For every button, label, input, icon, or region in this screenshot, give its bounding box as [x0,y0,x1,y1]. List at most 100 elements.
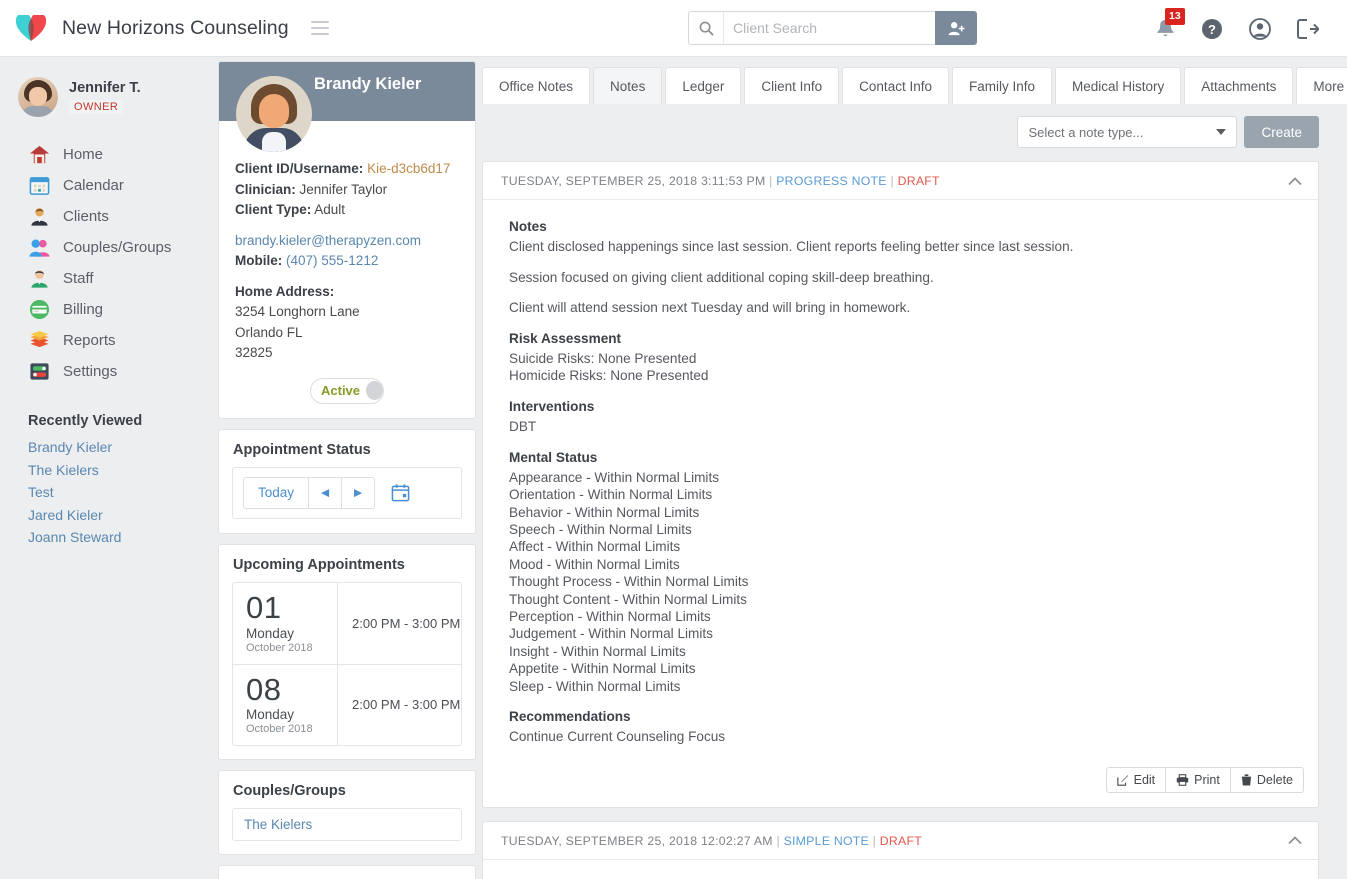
note-header[interactable]: TUESDAY, SEPTEMBER 25, 2018 3:11:53 PM |… [483,162,1318,200]
note-card: TUESDAY, SEPTEMBER 25, 2018 3:11:53 PM |… [482,161,1319,808]
sidebar-item-label: Reports [63,332,116,349]
appointment-month-year: October 2018 [246,642,337,654]
sidebar-item-clients[interactable]: Clients [28,201,218,232]
client-id-label: Client ID/Username: [235,161,363,176]
sidebar-item-couples-groups[interactable]: Couples/Groups [28,232,218,263]
note-body: Notes Client disclosed happenings since … [483,200,1318,767]
mental-status-item: Behavior - Within Normal Limits [509,504,1294,521]
add-client-button[interactable] [935,11,977,45]
couples-group-item[interactable]: The Kielers [232,808,462,841]
recommendations-heading: Recommendations [509,708,1294,725]
main-content: Office Notes Notes Ledger Client Info Co… [476,57,1347,879]
edit-note-button[interactable]: Edit [1106,767,1167,793]
note-type[interactable]: PROGRESS NOTE [776,174,887,188]
appointment-row[interactable]: 08 Monday October 2018 2:00 PM - 3:00 PM [233,664,461,746]
chevron-up-icon[interactable] [1288,836,1302,845]
appointment-row[interactable]: 01 Monday October 2018 2:00 PM - 3:00 PM [233,583,461,664]
appointment-date: 01 Monday October 2018 [233,583,338,664]
tab-attachments[interactable]: Attachments [1184,67,1293,104]
date-nav-group: Today ◄ ► [243,477,375,509]
help-icon[interactable]: ? [1201,18,1223,40]
tab-client-info[interactable]: Client Info [744,67,839,104]
sidebar-item-label: Home [63,146,103,163]
today-button[interactable]: Today [243,477,309,509]
tab-office-notes[interactable]: Office Notes [482,67,590,104]
note-separator: | [890,174,897,188]
edit-icon [1117,774,1129,786]
sidebar-item-label: Settings [63,363,117,380]
note-type-select[interactable]: Select a note type... [1017,116,1237,148]
delete-note-button[interactable]: Delete [1231,767,1304,793]
note-date: TUESDAY, SEPTEMBER 25, 2018 3:11:53 PM [501,174,765,188]
appointment-date: 08 Monday October 2018 [233,665,338,746]
appointment-weekday: Monday [246,707,337,722]
note-type-selected-value: Select a note type... [1028,125,1143,140]
recently-viewed-item[interactable]: Test [28,484,218,507]
recently-viewed-item[interactable]: Jared Kieler [28,507,218,530]
tab-ledger[interactable]: Ledger [665,67,741,104]
couples-groups-card: Couples/Groups The Kielers [218,770,476,855]
credit-card-icon [28,299,50,321]
tab-more[interactable]: More [1296,67,1347,104]
user-account-icon[interactable] [1249,18,1271,40]
sidebar-nav: Home Calendar Clients Couples/Groups [28,139,218,387]
note-type[interactable]: SIMPLE NOTE [784,834,869,848]
sidebar-item-home[interactable]: Home [28,139,218,170]
client-type-value: Adult [314,202,345,217]
sidebar-item-label: Couples/Groups [63,239,171,256]
upcoming-appointments-card: Upcoming Appointments 01 Monday October … [218,544,476,761]
clinician-value: Jennifer Taylor [300,182,388,197]
client-status-toggle[interactable]: Active [310,378,384,404]
tab-notes[interactable]: Notes [593,67,662,104]
note-status: DRAFT [880,834,922,848]
client-mobile[interactable]: (407) 555-1212 [286,253,378,268]
sidebar-item-calendar[interactable]: Calendar [28,170,218,201]
client-card-header: Brandy Kieler [219,62,475,121]
print-note-button[interactable]: Print [1166,767,1231,793]
avatar [18,77,58,117]
sidebar-item-billing[interactable]: Billing [28,294,218,325]
couples-groups-title: Couples/Groups [219,771,475,808]
interventions-value: DBT [509,418,1294,435]
sidebar-item-label: Staff [63,270,94,287]
mental-status-item: Speech - Within Normal Limits [509,521,1294,538]
sidebar-item-reports[interactable]: Reports [28,325,218,356]
risk-assessment-heading: Risk Assessment [509,330,1294,347]
mental-status-heading: Mental Status [509,449,1294,466]
linked-clients-title: Linked Clients [219,866,475,879]
tab-medical-history[interactable]: Medical History [1055,67,1181,104]
sidebar-item-settings[interactable]: Settings [28,356,218,387]
person-icon [28,206,50,228]
create-note-button[interactable]: Create [1244,116,1319,148]
notifications-bell-icon[interactable]: 13 [1156,18,1175,39]
prev-day-button[interactable]: ◄ [309,477,342,509]
notes-paragraph: Session focused on giving client additio… [509,269,1294,286]
user-profile[interactable]: Jennifer T. OWNER [18,77,218,117]
appointment-status-card: Appointment Status Today ◄ ► [218,429,476,534]
sidebar-item-staff[interactable]: Staff [28,263,218,294]
note-header[interactable]: TUESDAY, SEPTEMBER 25, 2018 12:02:27 AM … [483,822,1318,860]
search-input[interactable] [723,11,935,45]
recently-viewed-item[interactable]: The Kielers [28,462,218,485]
next-day-button[interactable]: ► [342,477,375,509]
recently-viewed-item[interactable]: Joann Steward [28,529,218,552]
recently-viewed-item[interactable]: Brandy Kieler [28,439,218,462]
notes-toolbar: Select a note type... Create [482,116,1319,148]
chevron-down-icon [1216,129,1226,135]
house-icon [28,144,50,166]
mental-status-item: Orientation - Within Normal Limits [509,486,1294,503]
client-email[interactable]: brandy.kieler@therapyzen.com [235,231,459,252]
hamburger-icon[interactable] [311,21,329,35]
tab-contact-info[interactable]: Contact Info [842,67,949,104]
left-sidebar: Jennifer T. OWNER Home Calendar [0,57,218,879]
app-brand-title: New Horizons Counseling [62,17,289,40]
mental-status-item: Sleep - Within Normal Limits [509,678,1294,695]
calendar-picker-icon[interactable] [391,483,410,502]
people-icon [28,237,50,259]
tab-family-info[interactable]: Family Info [952,67,1052,104]
chevron-up-icon[interactable] [1288,177,1302,186]
client-avatar [236,76,312,152]
logout-icon[interactable] [1297,19,1319,39]
app-logo[interactable] [0,15,62,42]
trash-icon [1241,774,1252,786]
